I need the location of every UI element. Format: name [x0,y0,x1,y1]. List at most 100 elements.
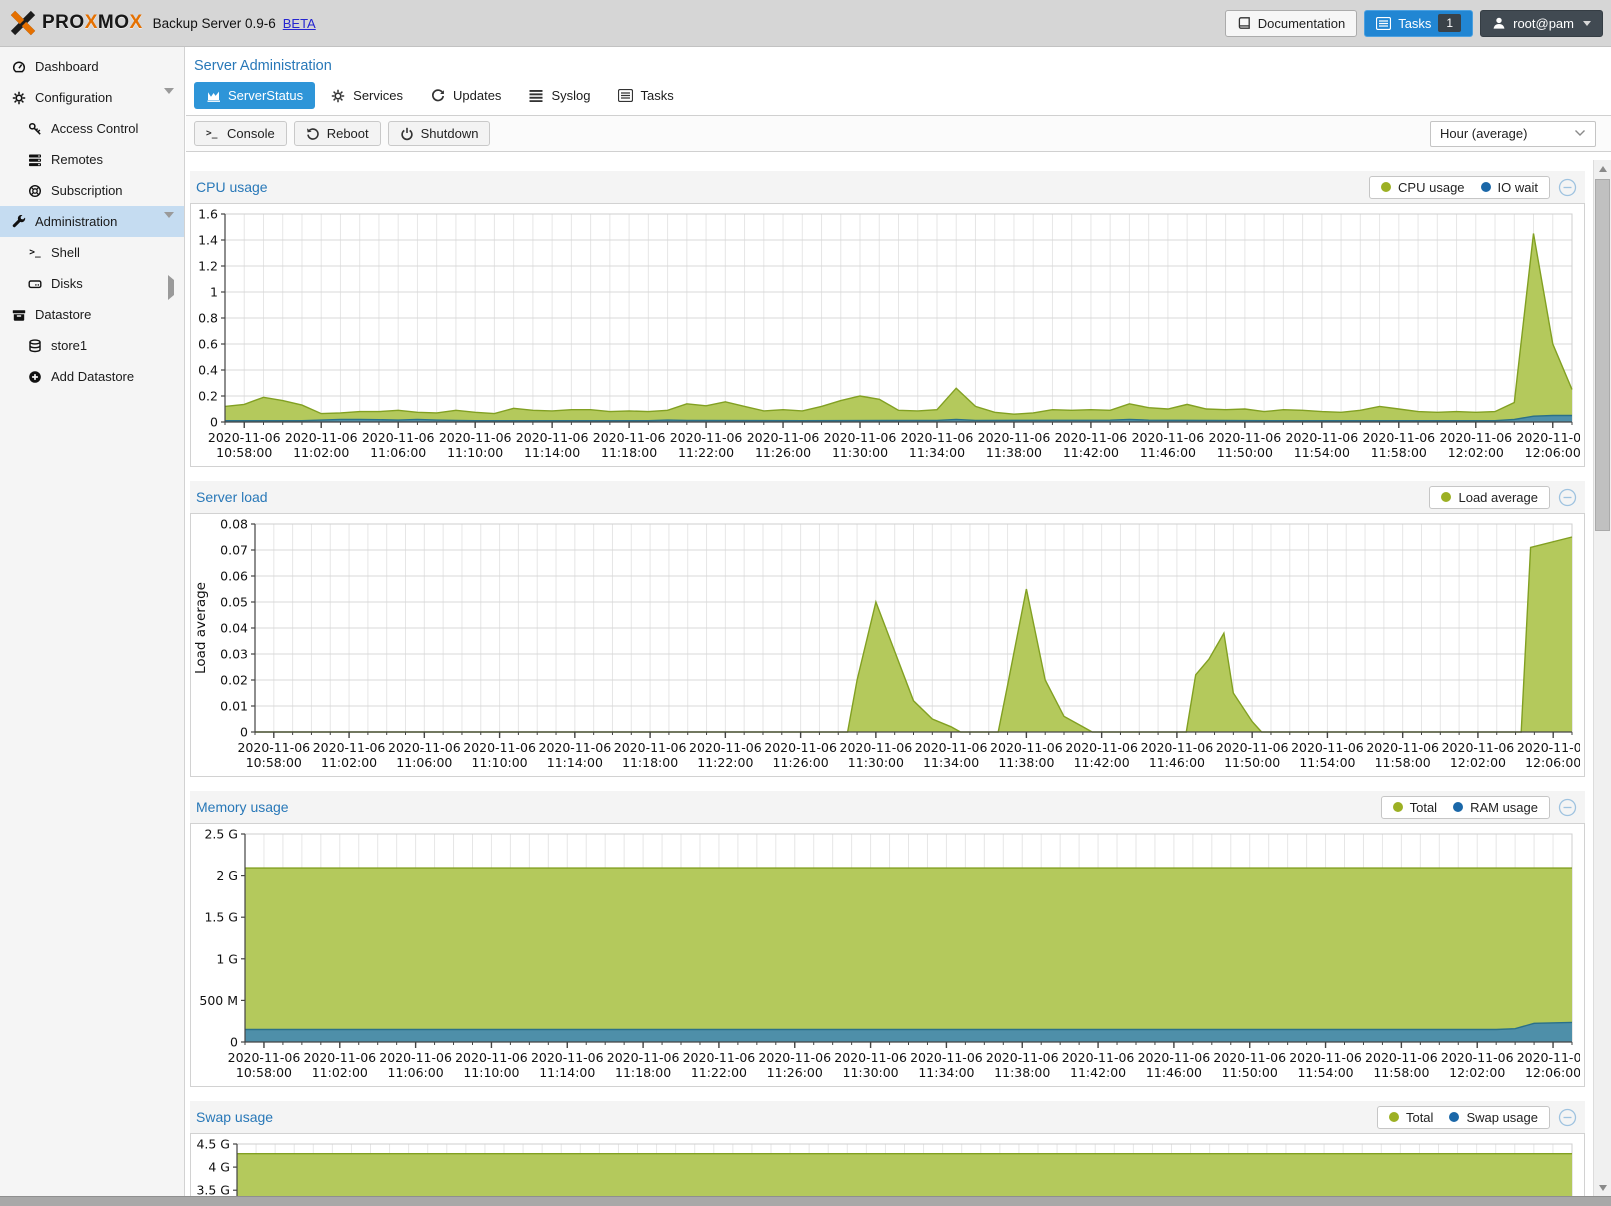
top-bar: PROXMOX Backup Server 0.9-6 BETA Documen… [0,0,1611,47]
tab-bar: ServerStatus Services Updates Syslog Tas… [186,80,1611,116]
archive-icon [11,308,27,322]
sidebar-item-disks[interactable]: Disks [0,268,184,299]
beta-link[interactable]: BETA [283,16,316,31]
sidebar-item-datastore[interactable]: Datastore [0,299,184,330]
sidebar-item-store1[interactable]: store1 [0,330,184,361]
chevron-down-icon [1583,21,1591,26]
tab-tasks[interactable]: Tasks [606,82,685,109]
svg-text:11:14:00: 11:14:00 [547,755,603,770]
scrollbar-thumb[interactable] [1595,179,1610,531]
svg-text:2020-11-06: 2020-11-06 [1365,1050,1438,1065]
user-icon [1492,16,1506,30]
svg-text:11:26:00: 11:26:00 [767,1065,823,1080]
svg-text:2020-11-06: 2020-11-06 [1516,430,1580,445]
svg-text:0.2: 0.2 [198,389,218,404]
svg-text:2020-11-06: 2020-11-06 [978,430,1051,445]
svg-text:3.5 G: 3.5 G [196,1183,230,1196]
svg-text:2020-11-06: 2020-11-06 [747,430,820,445]
tab-serverstatus[interactable]: ServerStatus [194,82,315,109]
svg-text:2020-11-06: 2020-11-06 [1062,1050,1135,1065]
svg-text:11:46:00: 11:46:00 [1146,1065,1202,1080]
legend-dot [1389,1112,1399,1122]
undo-icon [306,127,320,141]
svg-text:11:18:00: 11:18:00 [601,445,657,460]
svg-text:2020-11-06: 2020-11-06 [758,1050,831,1065]
database-icon [27,339,43,353]
cpu-usage-chart: 00.20.40.60.811.21.41.62020-11-0610:58:0… [191,204,1580,466]
svg-text:4 G: 4 G [208,1160,230,1175]
svg-text:11:38:00: 11:38:00 [998,755,1054,770]
svg-text:11:30:00: 11:30:00 [832,445,888,460]
collapse-caret-icon[interactable] [164,218,174,233]
svg-text:11:50:00: 11:50:00 [1222,1065,1278,1080]
sidebar-item-access-control[interactable]: Access Control [0,113,184,144]
svg-text:2020-11-06: 2020-11-06 [379,1050,452,1065]
bottom-edge-strip [0,1196,1611,1206]
shutdown-button[interactable]: Shutdown [388,121,491,146]
tasks-button[interactable]: Tasks 1 [1364,10,1473,37]
sidebar-item-configuration[interactable]: Configuration [0,82,184,113]
tab-updates[interactable]: Updates [419,82,513,109]
svg-text:0.05: 0.05 [220,595,248,610]
sidebar-item-remotes[interactable]: Remotes [0,144,184,175]
svg-text:11:10:00: 11:10:00 [463,1065,519,1080]
sidebar-item-add-datastore[interactable]: Add Datastore [0,361,184,392]
svg-text:11:54:00: 11:54:00 [1294,445,1350,460]
charts-scroll-area: CPU usage CPU usage IO wait 00.20.40.60.… [186,160,1593,1196]
main-content: Server Administration ServerStatus Servi… [186,47,1611,1196]
dashboard-icon [11,60,27,74]
collapse-caret-icon[interactable] [164,94,174,109]
sidebar-item-administration[interactable]: Administration [0,206,184,237]
collapse-panel-icon[interactable] [1558,1108,1577,1127]
svg-text:Load average: Load average [193,582,209,674]
svg-text:2020-11-06: 2020-11-06 [1442,740,1515,755]
svg-text:1.4: 1.4 [198,233,218,248]
tab-syslog[interactable]: Syslog [517,82,602,109]
svg-text:2020-11-06: 2020-11-06 [1289,1050,1362,1065]
svg-text:2020-11-06: 2020-11-06 [670,430,743,445]
svg-text:0: 0 [230,1035,238,1050]
gears-icon [11,91,27,105]
book-icon [1237,16,1251,30]
user-menu-button[interactable]: root@pam [1480,10,1603,37]
svg-text:2020-11-06: 2020-11-06 [840,740,913,755]
svg-text:11:10:00: 11:10:00 [447,445,503,460]
svg-text:11:54:00: 11:54:00 [1299,755,1355,770]
memory-legend: Total RAM usage [1381,796,1550,819]
sidebar-item-subscription[interactable]: Subscription [0,175,184,206]
svg-text:12:02:00: 12:02:00 [1448,445,1504,460]
sidebar-item-dashboard[interactable]: Dashboard [0,51,184,82]
scroll-down-arrow-icon[interactable] [1594,1179,1611,1196]
svg-text:2020-11-06: 2020-11-06 [539,740,612,755]
svg-text:2020-11-06: 2020-11-06 [237,740,310,755]
svg-text:2020-11-06: 2020-11-06 [285,430,358,445]
svg-text:2020-11-06: 2020-11-06 [990,740,1063,755]
svg-text:2020-11-06: 2020-11-06 [986,1050,1059,1065]
svg-text:2020-11-06: 2020-11-06 [303,1050,376,1065]
time-range-select[interactable]: Hour (average) [1430,121,1596,147]
scroll-up-arrow-icon[interactable] [1594,160,1611,177]
reboot-button[interactable]: Reboot [294,121,381,146]
collapse-panel-icon[interactable] [1558,178,1577,197]
task-list-icon [618,89,633,103]
toolbar: >_ Console Reboot Shutdown Hour (average… [186,116,1611,152]
svg-text:11:42:00: 11:42:00 [1074,755,1130,770]
legend-dot [1381,182,1391,192]
svg-text:4.5 G: 4.5 G [196,1137,230,1152]
svg-text:2020-11-06: 2020-11-06 [1441,1050,1514,1065]
page-title: Server Administration [186,47,1611,80]
collapse-panel-icon[interactable] [1558,488,1577,507]
tab-services[interactable]: Services [319,82,415,109]
legend-dot [1441,492,1451,502]
collapse-panel-icon[interactable] [1558,798,1577,817]
sidebar-item-shell[interactable]: >_ Shell [0,237,184,268]
svg-text:11:26:00: 11:26:00 [773,755,829,770]
console-button[interactable]: >_ Console [194,121,287,146]
documentation-button[interactable]: Documentation [1225,10,1357,37]
svg-text:2020-11-06: 2020-11-06 [910,1050,983,1065]
svg-text:0.08: 0.08 [220,517,248,532]
vertical-scrollbar[interactable] [1593,160,1611,1196]
svg-text:11:30:00: 11:30:00 [848,755,904,770]
expand-caret-icon[interactable] [168,280,174,295]
svg-text:2020-11-06: 2020-11-06 [1366,740,1439,755]
